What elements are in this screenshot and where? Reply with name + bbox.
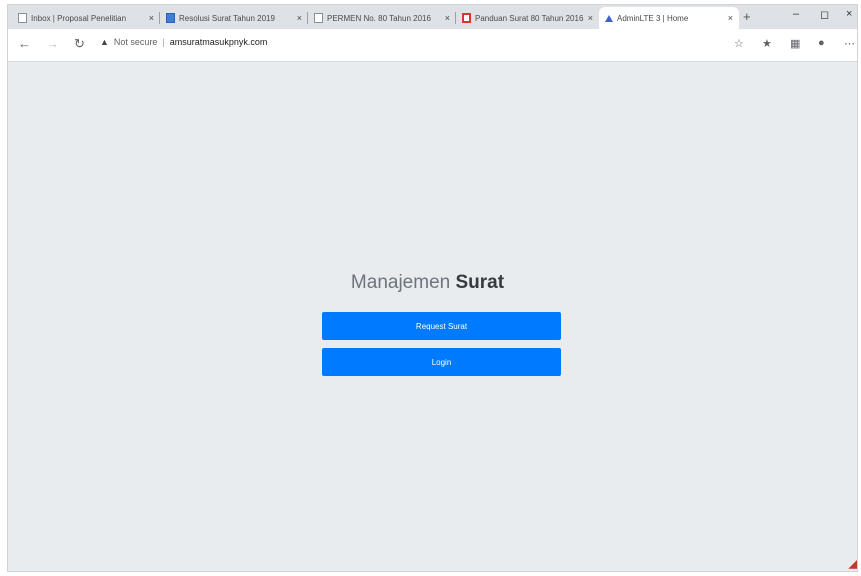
- close-icon[interactable]: ×: [445, 13, 450, 23]
- tab-title: Panduan Surat 80 Tahun 2016: [475, 13, 584, 23]
- request-surat-button[interactable]: Request Surat: [322, 312, 561, 340]
- close-icon[interactable]: ×: [728, 13, 733, 23]
- collections-icon[interactable]: ▦: [790, 37, 800, 50]
- reload-button[interactable]: ↻: [74, 36, 85, 52]
- app-icon: [605, 14, 613, 22]
- star-icon[interactable]: ☆: [734, 37, 744, 50]
- address-toolbar: ← → ↻ ▲ Not secure | amsuratmasukpnyk.co…: [8, 29, 857, 62]
- security-label[interactable]: Not secure: [114, 37, 158, 47]
- url-text[interactable]: amsuratmasukpnyk.com: [170, 37, 268, 47]
- tab-panduan[interactable]: Panduan Surat 80 Tahun 2016 ×: [456, 7, 599, 29]
- tab-adminlte[interactable]: AdminLTE 3 | Home ×: [599, 7, 739, 29]
- divider: |: [162, 37, 165, 47]
- close-icon[interactable]: ×: [588, 13, 593, 23]
- more-icon[interactable]: ⋯: [844, 37, 855, 50]
- profile-icon[interactable]: ●: [818, 37, 825, 49]
- bookmark-red-icon: [462, 13, 471, 23]
- browser-window: Inbox | Proposal Penelitian × Resolusi S…: [7, 4, 858, 572]
- corner-icon: ◢: [848, 554, 858, 570]
- tab-title: Resolusi Surat Tahun 2019: [179, 13, 275, 23]
- doc-blue-icon: [166, 13, 175, 23]
- warning-icon[interactable]: ▲: [100, 37, 109, 47]
- favorites-icon[interactable]: ★: [762, 37, 772, 50]
- page-icon: [18, 13, 27, 23]
- restore-button[interactable]: ◻: [820, 8, 829, 21]
- tab-inbox[interactable]: Inbox | Proposal Penelitian ×: [12, 7, 160, 29]
- new-tab-button[interactable]: +: [743, 9, 751, 24]
- tab-title: PERMEN No. 80 Tahun 2016: [327, 13, 431, 23]
- minimize-button[interactable]: –: [793, 8, 799, 20]
- tab-strip: Inbox | Proposal Penelitian × Resolusi S…: [8, 5, 857, 29]
- page-content: Manajemen Surat Request Surat Login ◢: [8, 62, 858, 571]
- close-icon[interactable]: ×: [297, 13, 302, 23]
- close-window-button[interactable]: ×: [846, 8, 852, 20]
- page-title: Manajemen Surat: [308, 272, 547, 294]
- tab-title: AdminLTE 3 | Home: [617, 13, 689, 23]
- tab-title: Inbox | Proposal Penelitian: [31, 13, 127, 23]
- page-icon: [314, 13, 323, 23]
- title-light: Manajemen: [350, 272, 451, 293]
- title-bold: Surat: [455, 272, 505, 293]
- tab-resolusi[interactable]: Resolusi Surat Tahun 2019 ×: [160, 7, 308, 29]
- tab-permen[interactable]: PERMEN No. 80 Tahun 2016 ×: [308, 7, 456, 29]
- close-icon[interactable]: ×: [149, 13, 154, 23]
- back-button[interactable]: ←: [18, 36, 31, 51]
- address-bar[interactable]: ▲ Not secure | amsuratmasukpnyk.com: [100, 37, 267, 47]
- login-button[interactable]: Login: [322, 348, 561, 376]
- forward-button[interactable]: →: [46, 36, 59, 51]
